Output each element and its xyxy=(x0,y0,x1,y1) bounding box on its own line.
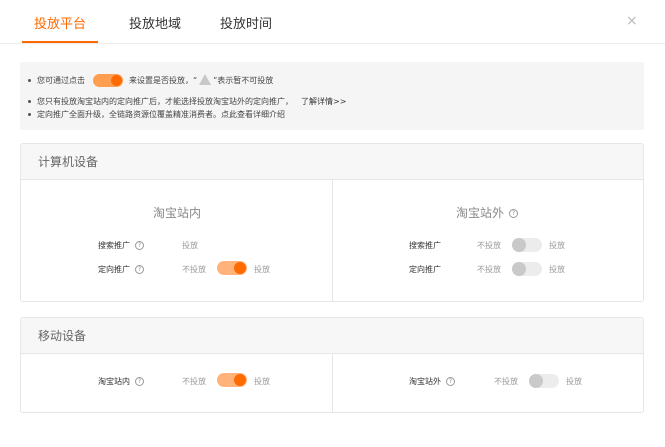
taobao-outside-title: 淘宝站外? xyxy=(456,204,519,221)
mobile-panel-title: 移动设备 xyxy=(21,318,643,354)
taobao-inside-title: 淘宝站内 xyxy=(153,206,202,220)
learn-more-link[interactable]: 了解详情>> xyxy=(301,96,346,107)
outside-targeted-on-text: 投放 xyxy=(549,265,565,274)
outside-search-off-text: 不投放 xyxy=(477,241,501,250)
help-icon[interactable]: ? xyxy=(446,377,455,386)
mobile-inside-label: 淘宝站内? xyxy=(98,376,144,387)
targeted-promo-off-text: 不投放 xyxy=(182,265,206,274)
outside-search-toggle[interactable] xyxy=(512,238,542,252)
tab-platform[interactable]: 投放平台 xyxy=(34,13,86,32)
column-divider xyxy=(332,354,333,412)
computer-device-panel: 计算机设备 淘宝站内 搜索推广? 投放 定向推广? 不投放 投放 淘宝站外? 搜… xyxy=(20,143,644,302)
tip-3-text[interactable]: 定向推广全面升级，全链路资源位覆盖精准消费者。点此查看详细介绍 xyxy=(37,109,285,120)
bullet-icon xyxy=(28,100,31,103)
mobile-inside-on-text: 投放 xyxy=(254,377,270,386)
help-icon[interactable]: ? xyxy=(509,209,519,218)
mobile-inside-toggle[interactable] xyxy=(217,373,247,387)
tip-1-text-a: 您可通过点击 xyxy=(37,76,85,85)
tip-1-text-c: ”表示暂不可投放 xyxy=(213,76,274,85)
mobile-inside-label-text: 淘宝站内 xyxy=(98,377,130,386)
targeted-promo-label: 定向推广? xyxy=(98,264,144,275)
bullet-icon xyxy=(28,113,31,116)
toggle-example-icon xyxy=(93,74,123,87)
close-icon[interactable]: × xyxy=(626,13,638,29)
tip-2-text: 您只有投放淘宝站内的定向推广后，才能选择投放淘宝站外的定向推广， xyxy=(37,97,293,106)
help-icon[interactable]: ? xyxy=(135,265,144,274)
help-icon[interactable]: ? xyxy=(135,241,144,250)
mobile-device-panel: 移动设备 淘宝站内? 不投放 投放 淘宝站外? 不投放 投放 xyxy=(20,317,644,413)
tab-time[interactable]: 投放时间 xyxy=(220,13,272,32)
tips-box: 您可通过点击 来设置是否投放，“ ”表示暂不可投放 您只有投放淘宝站内的定向推广… xyxy=(20,62,644,130)
outside-targeted-off-text: 不投放 xyxy=(477,265,501,274)
search-promo-label: 搜索推广? xyxy=(98,240,144,251)
mobile-outside-label: 淘宝站外? xyxy=(409,376,455,387)
mobile-outside-off-text: 不投放 xyxy=(494,377,518,386)
targeted-promo-label-text: 定向推广 xyxy=(98,265,130,274)
targeted-promo-inside-toggle[interactable] xyxy=(217,261,247,275)
mobile-inside-off-text: 不投放 xyxy=(182,377,206,386)
targeted-promo-on-text: 投放 xyxy=(254,265,270,274)
warning-icon xyxy=(199,74,212,85)
taobao-outside-title-text: 淘宝站外 xyxy=(456,206,505,220)
active-tab-indicator xyxy=(22,41,98,43)
outside-targeted-promo-label: 定向推广 xyxy=(409,265,441,274)
search-promo-status: 投放 xyxy=(182,241,198,250)
column-divider xyxy=(332,180,333,301)
tip-line-3: 定向推广全面升级，全链路资源位覆盖精准消费者。点此查看详细介绍 xyxy=(28,109,285,120)
mobile-outside-label-text: 淘宝站外 xyxy=(409,377,441,386)
search-promo-label-text: 搜索推广 xyxy=(98,241,130,250)
bullet-icon xyxy=(28,79,31,82)
help-icon[interactable]: ? xyxy=(135,377,144,386)
mobile-outside-toggle[interactable] xyxy=(529,374,559,388)
mobile-outside-on-text: 投放 xyxy=(566,377,582,386)
tab-region[interactable]: 投放地域 xyxy=(129,13,181,32)
tip-1-text-b: 来设置是否投放，“ xyxy=(129,76,198,85)
computer-panel-title: 计算机设备 xyxy=(21,144,643,180)
platform-tabs: 投放平台 投放地域 投放时间 × xyxy=(0,0,665,44)
tip-line-1: 您可通过点击 来设置是否投放，“ ”表示暂不可投放 xyxy=(28,74,273,87)
outside-search-on-text: 投放 xyxy=(549,241,565,250)
tip-line-2: 您只有投放淘宝站内的定向推广后，才能选择投放淘宝站外的定向推广， 了解详情>> xyxy=(28,96,346,107)
outside-targeted-toggle[interactable] xyxy=(512,262,542,276)
outside-search-promo-label: 搜索推广 xyxy=(409,241,441,250)
